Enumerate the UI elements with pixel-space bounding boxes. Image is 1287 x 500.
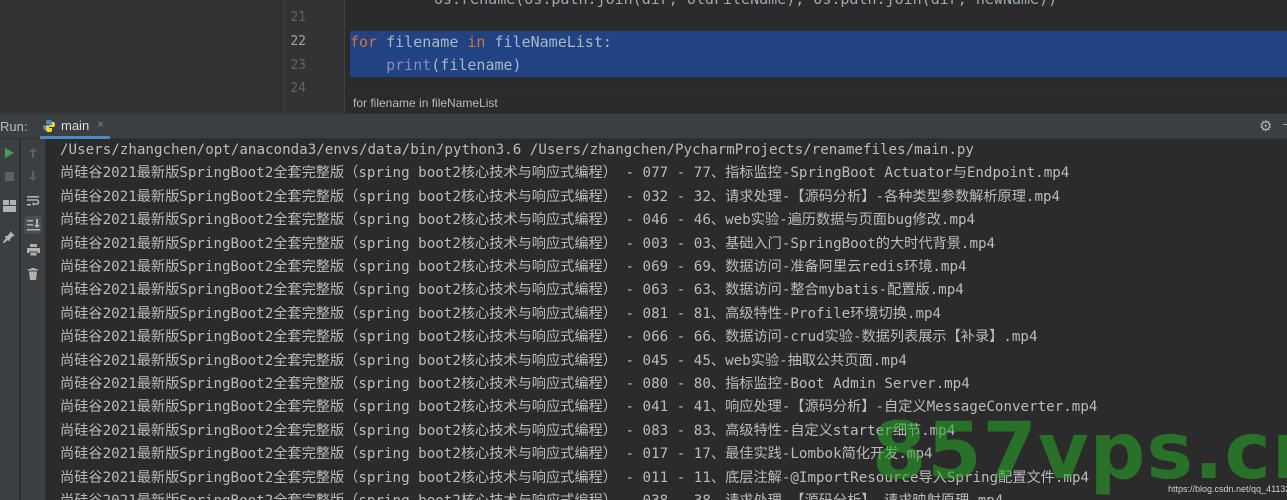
- code-rest: (filename): [431, 56, 522, 74]
- run-toolbar-primary: [0, 139, 20, 500]
- close-icon[interactable]: ×: [97, 119, 103, 131]
- watermark-logo: 857vps.cn: [872, 407, 1287, 497]
- line-number-gutter: 21 22 23 24: [285, 0, 345, 113]
- project-panel: [0, 0, 285, 113]
- run-tool-window-header: Run: main × ⚙ –: [0, 113, 1287, 139]
- console-command-line: /Users/zhangchen/opt/anaconda3/envs/data…: [60, 142, 974, 158]
- console-line: 尚硅谷2021最新版SpringBoot2全套完整版（spring boot2核…: [60, 235, 996, 252]
- line-number-active: 22: [290, 34, 306, 49]
- line-number: 24: [290, 81, 306, 96]
- keyword-in: in: [467, 33, 486, 51]
- line-number: 23: [290, 58, 306, 73]
- line-number: 21: [290, 10, 306, 25]
- keyword-for: for: [350, 33, 378, 51]
- watermark-url: https://blog.csdn.net/qq_41132565: [1168, 484, 1287, 494]
- console-line: 尚硅谷2021最新版SpringBoot2全套完整版（spring boot2核…: [60, 259, 967, 275]
- console-line: 尚硅谷2021最新版SpringBoot2全套完整版（spring boot2核…: [60, 352, 907, 369]
- builtin-print: print: [386, 56, 432, 74]
- minimize-icon[interactable]: –: [1283, 117, 1287, 132]
- console-line: 尚硅谷2021最新版SpringBoot2全套完整版（spring boot2核…: [60, 422, 956, 439]
- code-line-23[interactable]: print(filename): [350, 54, 1287, 77]
- soft-wrap-icon[interactable]: [24, 192, 42, 210]
- pin-icon[interactable]: [0, 228, 18, 246]
- console-line: 尚硅谷2021最新版SpringBoot2全套完整版（spring boot2核…: [60, 282, 964, 299]
- print-icon[interactable]: [24, 241, 42, 259]
- down-arrow-icon[interactable]: [24, 167, 42, 185]
- console-line: 尚硅谷2021最新版SpringBoot2全套完整版（spring boot2核…: [60, 212, 976, 229]
- trash-icon[interactable]: [24, 265, 42, 283]
- scroll-to-end-icon[interactable]: [24, 216, 42, 234]
- gear-icon[interactable]: ⚙: [1259, 118, 1275, 134]
- run-icon[interactable]: [0, 144, 18, 162]
- console-line: 尚硅谷2021最新版SpringBoot2全套完整版（spring boot2核…: [60, 446, 933, 463]
- console-line: 尚硅谷2021最新版SpringBoot2全套完整版（spring boot2核…: [60, 490, 1003, 500]
- run-toolbar-secondary: [21, 139, 46, 500]
- code-variable: filename: [377, 33, 468, 51]
- tab-main[interactable]: main ×: [40, 114, 110, 139]
- console-line: 尚硅谷2021最新版SpringBoot2全套完整版（spring boot2核…: [60, 329, 1038, 346]
- python-icon: [42, 118, 56, 132]
- console-line: 尚硅谷2021最新版SpringBoot2全套完整版（spring boot2核…: [60, 305, 942, 322]
- layout-icon[interactable]: [0, 197, 18, 215]
- console-line: 尚硅谷2021最新版SpringBoot2全套完整版（spring boot2核…: [60, 188, 1061, 205]
- tab-main-label: main: [61, 117, 90, 133]
- run-label: Run:: [0, 119, 28, 134]
- code-rest: fileNameList:: [485, 33, 612, 51]
- console-line: 尚硅谷2021最新版SpringBoot2全套完整版（spring boot2核…: [60, 165, 1070, 182]
- code-line-20[interactable]: os.rename(os.path.join(dir, oldFileName)…: [434, 0, 1057, 11]
- code-line-22[interactable]: for filename in fileNameList:: [350, 31, 1287, 54]
- up-arrow-icon[interactable]: [24, 144, 42, 162]
- code-editor[interactable]: 21 22 23 24 os.rename(os.path.join(dir, …: [0, 0, 1287, 113]
- editor-breadcrumb[interactable]: for filename in fileNameList: [346, 92, 1287, 113]
- stop-icon[interactable]: [0, 167, 18, 185]
- console-line: 尚硅谷2021最新版SpringBoot2全套完整版（spring boot2核…: [60, 376, 970, 392]
